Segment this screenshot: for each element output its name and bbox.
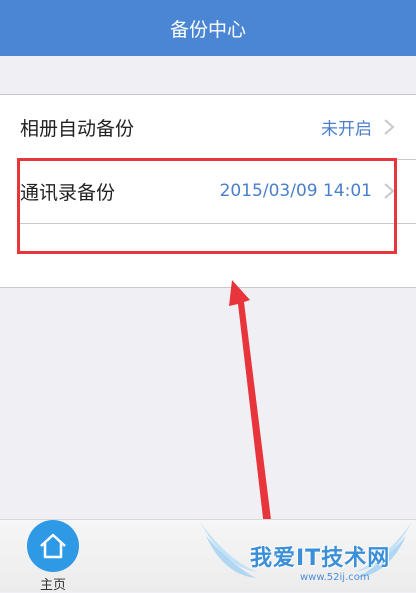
home-tab-label: 主页: [39, 578, 66, 593]
page-title: 备份中心: [169, 18, 246, 41]
nav-bar: 备份中心: [0, 0, 416, 56]
chevron-right-icon: [384, 119, 395, 135]
highlight-box: [17, 158, 397, 254]
home-button[interactable]: [27, 520, 79, 572]
row-value: 未开启: [321, 119, 372, 140]
watermark-url: www.52ij.com: [300, 572, 370, 583]
row-label: 相册自动备份: [20, 117, 135, 140]
watermark-title: 我爱IT技术网: [250, 546, 391, 571]
row-album-auto-backup[interactable]: 相册自动备份 未开启: [0, 95, 416, 159]
home-icon: [40, 533, 66, 559]
annotation-arrow: [229, 280, 276, 561]
